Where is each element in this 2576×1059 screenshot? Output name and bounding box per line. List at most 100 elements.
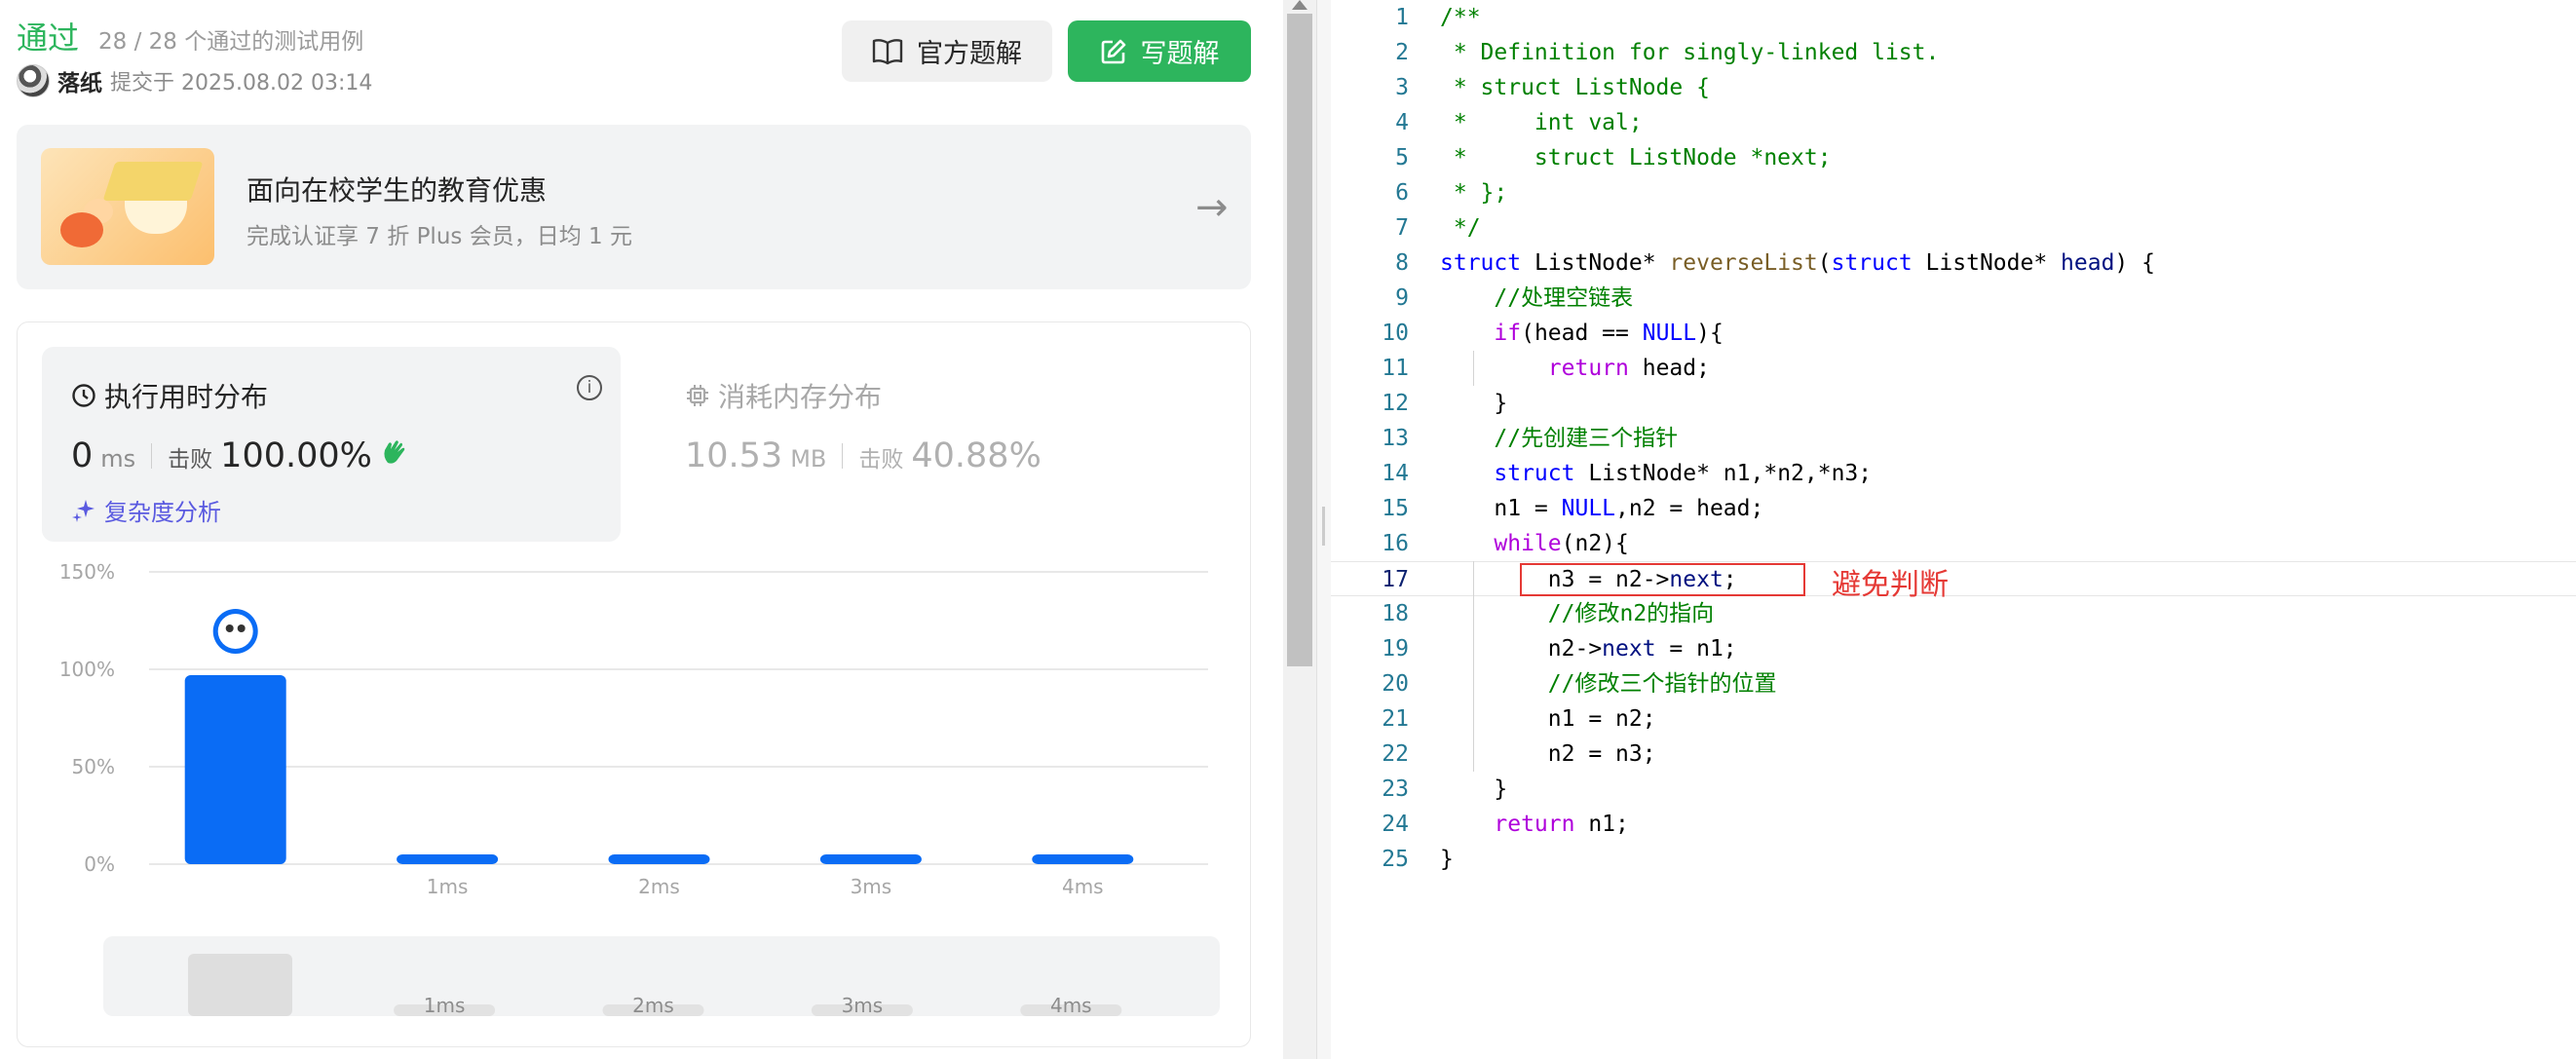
memory-metric: 10.53 MB 击败 40.88%	[685, 436, 1042, 475]
code-text: * int val;	[1440, 110, 1643, 135]
chart-bar	[184, 675, 286, 864]
code-text: n2->next = n1;	[1440, 636, 1737, 662]
code-editor[interactable]: 1 /** 2 * Definition for singly-linked lis…	[1331, 0, 2576, 1059]
code-text: //修改三个指针的位置	[1440, 671, 1777, 697]
left-panel-scrollbar[interactable]	[1283, 0, 1316, 1059]
edit-icon	[1101, 39, 1125, 63]
official-solution-label: 官方题解	[917, 39, 1022, 69]
author-name[interactable]: 落纸	[57, 64, 102, 97]
status-line: 通过 28 / 28 个通过的测试用例	[17, 14, 363, 58]
code-line[interactable]: 5 * struct ListNode *next;	[1331, 140, 2576, 175]
memory-title: 消耗内存分布	[685, 376, 882, 415]
code-line[interactable]: 13 //先创建三个指针	[1331, 421, 2576, 456]
panel-resize-handle[interactable]	[1316, 0, 1331, 1059]
separator	[842, 443, 844, 469]
chart-bar	[819, 854, 922, 864]
line-number: 18	[1382, 601, 1409, 626]
code-line[interactable]: 22 n2 = n3;	[1331, 737, 2576, 772]
code-line[interactable]: 15 n1 = NULL,n2 = head;	[1331, 491, 2576, 526]
code-line[interactable]: 9 //处理空链表	[1331, 281, 2576, 316]
line-number: 17	[1382, 567, 1409, 592]
code-text: }	[1440, 391, 1508, 416]
runtime-beat-label: 击败	[168, 447, 213, 473]
code-text: * struct ListNode *next;	[1440, 145, 1832, 170]
code-line[interactable]: 17 n3 = n2->next;	[1331, 561, 2576, 596]
code-line[interactable]: 11 return head;	[1331, 351, 2576, 386]
code-line[interactable]: 3 * struct ListNode {	[1331, 70, 2576, 105]
code-line[interactable]: 21 n1 = n2;	[1331, 701, 2576, 737]
code-line[interactable]: 14 struct ListNode* n1,*n2,*n3;	[1331, 456, 2576, 491]
code-line[interactable]: 16 while(n2){	[1331, 526, 2576, 561]
code-line[interactable]: 18 //修改n2的指向	[1331, 596, 2576, 631]
memory-tab[interactable]: 消耗内存分布 10.53 MB 击败 40.88%	[656, 347, 1240, 542]
code-line[interactable]: 2 * Definition for singly-linked list.	[1331, 35, 2576, 70]
code-text: //修改n2的指向	[1440, 601, 1715, 626]
indent-guide	[1473, 351, 1474, 386]
code-line[interactable]: 19 n2->next = n1;	[1331, 631, 2576, 666]
info-icon[interactable]: i	[577, 375, 602, 400]
code-line[interactable]: 6 * };	[1331, 175, 2576, 210]
line-number: 4	[1395, 110, 1409, 135]
line-number: 19	[1382, 636, 1409, 662]
code-text: struct ListNode* n1,*n2,*n3;	[1494, 461, 1873, 486]
code-text: */	[1440, 215, 1481, 241]
y-tick-label: 0%	[84, 852, 115, 876]
author-line: 落纸 提交于 2025.08.02 03:14	[17, 64, 372, 97]
code-line[interactable]: 10 if(head == NULL){	[1331, 316, 2576, 351]
code-text: * struct ListNode {	[1440, 75, 1710, 100]
line-number: 10	[1382, 321, 1409, 346]
code-line[interactable]: 7 */	[1331, 210, 2576, 246]
y-tick-label: 150%	[59, 560, 115, 584]
runtime-metric: 0 ms 击败 100.00%	[71, 436, 409, 475]
runtime-tab[interactable]: 执行用时分布 i 0 ms 击败 100.00% 复杂度分析	[42, 347, 621, 542]
chip-icon	[687, 385, 708, 406]
avatar[interactable]	[17, 64, 50, 97]
code-line[interactable]: 20 //修改三个指针的位置	[1331, 666, 2576, 701]
scrollbar-thumb[interactable]	[1287, 14, 1312, 666]
x-tick-label: 3ms	[851, 875, 892, 898]
arrow-right-icon[interactable]: →	[1195, 185, 1229, 230]
passed-count: 28 / 28 个通过的测试用例	[98, 29, 364, 55]
line-number: 16	[1382, 531, 1409, 556]
code-text: * Definition for singly-linked list.	[1440, 40, 1940, 65]
code-text: return n1;	[1494, 812, 1629, 837]
line-number: 5	[1395, 145, 1409, 170]
chart-bar	[608, 854, 710, 864]
performance-card: 执行用时分布 i 0 ms 击败 100.00% 复杂度分析 消耗内存分布 10…	[17, 321, 1251, 1047]
code-line[interactable]: 4 * int val;	[1331, 105, 2576, 140]
complexity-analysis-label: 复杂度分析	[104, 499, 221, 526]
avatar-eye	[225, 624, 234, 632]
runtime-value: 0	[71, 436, 94, 475]
code-text: }	[1440, 776, 1508, 802]
line-number: 20	[1382, 671, 1409, 697]
memory-unit: MB	[790, 445, 827, 473]
line-number: 3	[1395, 75, 1409, 100]
overview-tick-label: 2ms	[632, 994, 674, 1017]
code-line[interactable]: 24 return n1;	[1331, 807, 2576, 842]
memory-beat-label: 击败	[858, 447, 904, 473]
code-text: if(head == NULL){	[1494, 321, 1724, 346]
write-solution-button[interactable]: 写题解	[1068, 20, 1251, 82]
chart-bar	[1032, 854, 1134, 864]
graduation-cap-icon	[41, 148, 214, 265]
education-promo-banner[interactable]: 面向在校学生的教育优惠 完成认证享 7 折 Plus 会员，日均 1 元 →	[17, 125, 1251, 289]
avatar-eye	[237, 624, 246, 632]
clap-icon	[384, 440, 405, 464]
code-line[interactable]: 1 /**	[1331, 0, 2576, 35]
clock-icon	[72, 384, 95, 407]
runtime-beat-value: 100.00%	[220, 436, 372, 475]
line-number: 6	[1395, 180, 1409, 206]
submission-panel: 通过 28 / 28 个通过的测试用例 落纸 提交于 2025.08.02 03…	[0, 0, 1283, 1059]
code-line[interactable]: 25}	[1331, 842, 2576, 877]
y-tick-label: 50%	[72, 755, 115, 778]
code-line[interactable]: 12 }	[1331, 386, 2576, 421]
x-tick-label: 1ms	[427, 875, 469, 898]
line-number: 12	[1382, 391, 1409, 416]
complexity-analysis-link[interactable]: 复杂度分析	[71, 493, 221, 527]
line-number: 23	[1382, 776, 1409, 802]
code-line[interactable]: 23 }	[1331, 772, 2576, 807]
code-line[interactable]: 8 struct ListNode* reverseList(struct Lis…	[1331, 246, 2576, 281]
memory-title-text: 消耗内存分布	[718, 381, 883, 413]
official-solution-button[interactable]: 官方题解	[842, 20, 1052, 82]
scroll-up-arrow-icon[interactable]	[1292, 0, 1307, 10]
